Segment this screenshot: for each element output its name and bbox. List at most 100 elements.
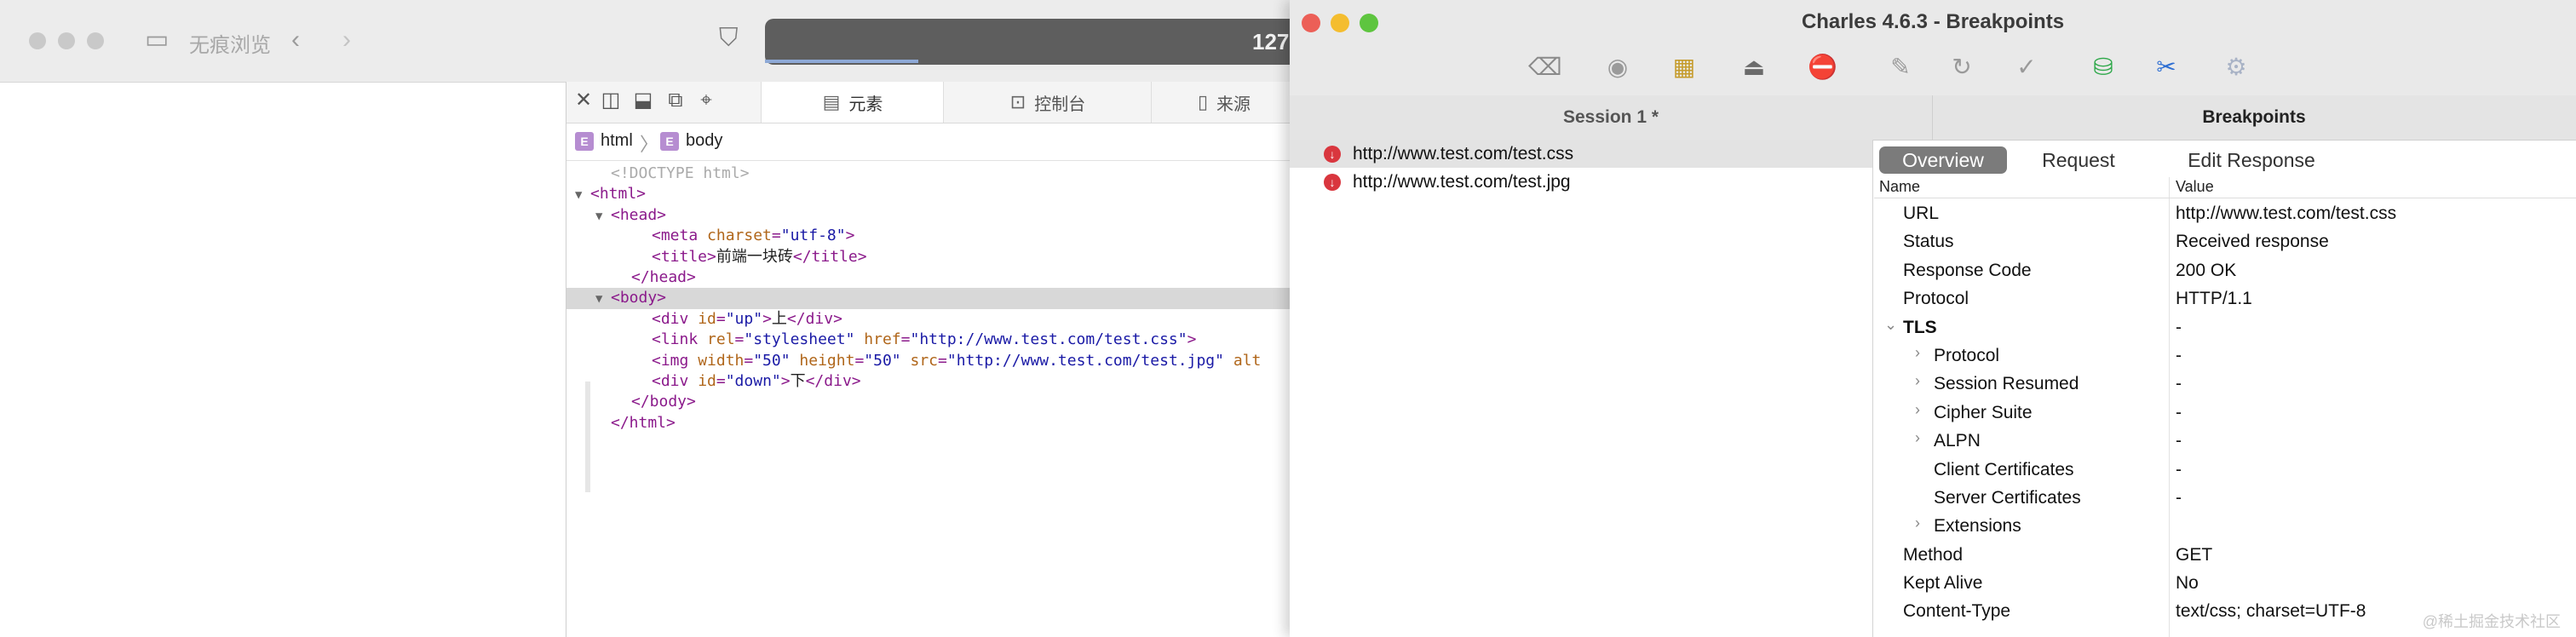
- table-row[interactable]: Kept Alive No: [1874, 568, 2576, 596]
- table-row[interactable]: Protocol HTTP/1.1: [1874, 284, 2576, 312]
- tab-label: 来源: [1216, 95, 1251, 114]
- breakpoint-icon[interactable]: ⛔: [1808, 53, 1837, 82]
- row-name: Extensions: [1934, 516, 2021, 537]
- dock-left-icon[interactable]: ◫: [599, 89, 623, 112]
- table-row[interactable]: Response Code 200 OK: [1874, 255, 2576, 284]
- disclosure-triangle-icon[interactable]: ▼: [595, 289, 611, 309]
- page-load-progress: [765, 60, 918, 63]
- dom-token-tag: =: [938, 351, 947, 370]
- tab-console[interactable]: ⊡ 控制台: [943, 82, 1152, 123]
- broom-icon[interactable]: ⌫: [1528, 53, 1562, 82]
- table-row[interactable]: › Session Resumed -: [1874, 369, 2576, 397]
- breadcrumb: E html 〉 E body: [566, 123, 1296, 161]
- dom-token-tag: >: [762, 309, 772, 328]
- tab-elements[interactable]: ▤ 元素: [761, 82, 944, 123]
- privacy-shield-icon[interactable]: ⛉: [719, 26, 739, 51]
- table-row[interactable]: ⌄ TLS -: [1874, 313, 2576, 341]
- inspector-toolbar: ✕ ◫ ⬓ ⧉ ⌖ ▤ 元素 ⊡ 控制台 ▯ 来源: [566, 82, 1296, 123]
- table-row[interactable]: › Cipher Suite -: [1874, 398, 2576, 426]
- zoom-window-button[interactable]: [87, 32, 104, 49]
- pen-icon[interactable]: ✎: [1886, 53, 1915, 82]
- dom-node-line[interactable]: <div id="up">上</div>: [566, 309, 1296, 330]
- breadcrumb-label: html: [601, 131, 633, 150]
- chevron-right-icon[interactable]: ›: [1915, 514, 1920, 532]
- element-picker-icon[interactable]: ⌖: [694, 89, 718, 112]
- tab-edit-response[interactable]: Edit Response: [2155, 146, 2348, 174]
- settings-icon[interactable]: ⚙: [2222, 53, 2251, 82]
- dom-node-line[interactable]: ▼ <head>: [566, 205, 1296, 226]
- breadcrumb-item-html[interactable]: E html: [575, 131, 633, 151]
- table-row[interactable]: URL http://www.test.com/test.css: [1874, 198, 2576, 227]
- tab-breakpoints[interactable]: Breakpoints: [1932, 95, 2576, 140]
- dom-token-tag: =: [734, 330, 745, 349]
- dock-bottom-icon[interactable]: ⬓: [631, 89, 655, 112]
- column-header-name[interactable]: Name: [1879, 178, 1920, 196]
- dom-token-tag: </head>: [631, 267, 696, 286]
- dom-token-tag: <meta: [652, 227, 708, 245]
- dom-node-line[interactable]: <meta charset="utf-8">: [566, 226, 1296, 246]
- dom-node-line[interactable]: ▼ <html>: [566, 184, 1296, 204]
- tab-session[interactable]: Session 1 *: [1290, 95, 1933, 140]
- table-row[interactable]: Client Certificates -: [1874, 455, 2576, 483]
- dom-node-line[interactable]: ▼ <body>: [566, 288, 1296, 309]
- stop-icon: ↓: [1324, 145, 1341, 163]
- dom-token-tag: =: [771, 227, 781, 245]
- row-name: Kept Alive: [1903, 573, 1983, 594]
- address-bar[interactable]: [765, 19, 1302, 65]
- table-row[interactable]: Server Certificates -: [1874, 483, 2576, 511]
- tab-request[interactable]: Request: [2019, 146, 2138, 174]
- dom-node-line[interactable]: </html>: [566, 413, 1296, 433]
- minimize-window-button[interactable]: [58, 32, 75, 49]
- dom-node-line[interactable]: <div id="down">下</div>: [566, 371, 1296, 392]
- dom-token-attr: id: [698, 371, 716, 390]
- dom-node-line[interactable]: </head>: [566, 267, 1296, 288]
- chevron-right-icon[interactable]: ›: [1915, 429, 1920, 447]
- disclosure-triangle-icon[interactable]: ▼: [595, 206, 611, 227]
- dom-token-attr: rel: [707, 330, 735, 349]
- turtle-icon[interactable]: ⏏: [1739, 53, 1768, 82]
- close-icon[interactable]: ✕: [572, 89, 595, 112]
- tab-sources[interactable]: ▯ 来源: [1151, 82, 1297, 123]
- table-row[interactable]: Method GET: [1874, 540, 2576, 568]
- dom-token-tag: </div>: [786, 309, 842, 328]
- back-icon[interactable]: ‹: [291, 27, 300, 53]
- table-row[interactable]: Status Received response: [1874, 227, 2576, 255]
- tab-overview[interactable]: Overview: [1879, 146, 2007, 174]
- dom-node-line[interactable]: <img width="50" height="50" src="http://…: [566, 351, 1296, 371]
- chevron-right-icon[interactable]: ›: [1915, 401, 1920, 419]
- dom-node-line[interactable]: <title>前端一块砖</title>: [566, 247, 1296, 267]
- chevron-right-icon[interactable]: ›: [1915, 372, 1920, 390]
- window-title: Charles 4.6.3 - Breakpoints: [1801, 10, 2065, 33]
- forward-icon[interactable]: ›: [342, 27, 351, 53]
- basket-icon[interactable]: ⛁: [2089, 53, 2118, 82]
- list-item[interactable]: ↓ http://www.test.com/test.jpg: [1290, 168, 1872, 196]
- disclosure-triangle-icon[interactable]: ▼: [575, 185, 590, 205]
- dom-node-line[interactable]: </body>: [566, 392, 1296, 412]
- close-window-button[interactable]: [29, 32, 46, 49]
- refresh-icon[interactable]: ↻: [1947, 53, 1976, 82]
- breakpoint-request-list: ↓ http://www.test.com/test.css ↓ http://…: [1290, 140, 1873, 637]
- table-row[interactable]: › Protocol -: [1874, 341, 2576, 369]
- tools-icon[interactable]: ✂: [2152, 53, 2181, 82]
- list-item[interactable]: ↓ http://www.test.com/test.css: [1290, 140, 1872, 168]
- row-name: URL: [1903, 204, 1940, 223]
- throttle-icon[interactable]: ▦: [1670, 53, 1699, 82]
- check-icon[interactable]: ✓: [2012, 53, 2041, 82]
- chevron-down-icon[interactable]: ⌄: [1884, 316, 1897, 334]
- chevron-right-icon[interactable]: ›: [1915, 344, 1920, 362]
- detach-window-icon[interactable]: ⧉: [664, 89, 687, 112]
- console-icon: ⊡: [1009, 91, 1026, 112]
- row-value: text/css; charset=UTF-8: [2176, 601, 2366, 622]
- table-row[interactable]: › ALPN -: [1874, 426, 2576, 454]
- breadcrumb-item-body[interactable]: E body: [660, 131, 722, 151]
- dom-node-line[interactable]: <link rel="stylesheet" href="http://www.…: [566, 330, 1296, 350]
- column-header-value[interactable]: Value: [2176, 178, 2214, 196]
- dom-token-tag: [854, 330, 864, 348]
- table-row[interactable]: › Extensions: [1874, 511, 2576, 539]
- sidebar-toggle-icon[interactable]: ▭: [145, 27, 169, 53]
- charles-window: Charles 4.6.3 - Breakpoints ⌫ ◉ ▦ ⏏ ⛔ ✎ …: [1290, 0, 2576, 637]
- record-icon[interactable]: ◉: [1603, 53, 1632, 82]
- charles-titlebar: Charles 4.6.3 - Breakpoints ⌫ ◉ ▦ ⏏ ⛔ ✎ …: [1290, 0, 2576, 96]
- dom-tree: <!DOCTYPE html> ▼ <html> ▼ <head> <meta chars…: [566, 164, 1296, 433]
- dom-node-line[interactable]: <!DOCTYPE html>: [566, 164, 1296, 184]
